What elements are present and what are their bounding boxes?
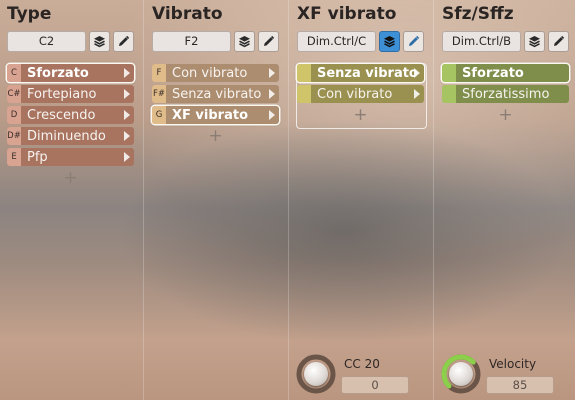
column-xf-vibrato: XF vibrato Dim.Ctrl/C Senza vibrato Con … [290, 0, 434, 400]
add-articulation-button[interactable]: + [152, 127, 279, 145]
articulation-label: Sforzatissimo [462, 86, 550, 102]
articulation-item-sforzatissimo[interactable]: Sforzatissimo [442, 85, 569, 103]
knob-value-field[interactable]: 85 [486, 376, 554, 394]
articulation-label: Sforzato [27, 65, 89, 81]
knob-value-field[interactable]: 0 [341, 376, 409, 394]
articulation-list: C Sforzato C# Fortepiano D Crescendo D# … [7, 64, 134, 187]
key-switch-field[interactable]: C2 [7, 31, 86, 52]
pencil-icon [552, 35, 565, 48]
column-title: Sfz/Sffz [442, 4, 514, 24]
articulation-label: Con vibrato [172, 65, 248, 81]
chevron-right-icon[interactable] [269, 110, 275, 120]
layers-icon [383, 35, 396, 48]
key-switch-field[interactable]: Dim.Ctrl/B [442, 31, 521, 52]
velocity-knob[interactable] [441, 354, 481, 394]
column-sfz-sffz: Sfz/Sffz Dim.Ctrl/B Sforzato Sforzatissi… [435, 0, 575, 400]
articulation-label: Crescendo [27, 107, 96, 123]
edit-button[interactable] [113, 31, 134, 52]
layers-icon [238, 35, 251, 48]
articulation-list: Senza vibrato Con vibrato + [297, 64, 424, 124]
key-label: F [152, 64, 166, 82]
column-title: XF vibrato [297, 4, 397, 24]
edit-button[interactable] [258, 31, 279, 52]
key-switch-field[interactable]: F2 [152, 31, 231, 52]
add-articulation-button[interactable]: + [7, 169, 134, 187]
layers-button[interactable] [234, 31, 255, 52]
column-title: Type [7, 4, 52, 24]
knob-cap [449, 362, 473, 386]
articulation-item-senza-vibrato[interactable]: Senza vibrato [297, 64, 424, 82]
articulation-label: Fortepiano [27, 86, 97, 102]
chevron-right-icon[interactable] [414, 89, 420, 99]
add-articulation-button[interactable]: + [442, 106, 569, 124]
pencil-icon [117, 35, 130, 48]
articulation-item-pfp[interactable]: E Pfp [7, 148, 134, 166]
color-tag [297, 85, 311, 103]
key-switch-field[interactable]: Dim.Ctrl/C [297, 31, 376, 52]
articulation-item-crescendo[interactable]: D Crescendo [7, 106, 134, 124]
key-label: D# [7, 127, 21, 145]
key-label: E [7, 148, 21, 166]
edit-button[interactable] [403, 31, 424, 52]
chevron-right-icon[interactable] [124, 110, 130, 120]
layers-button[interactable] [379, 31, 400, 52]
edit-button[interactable] [548, 31, 569, 52]
articulation-label: Senza vibrato [317, 65, 418, 81]
color-tag [297, 64, 311, 82]
chevron-right-icon[interactable] [414, 68, 420, 78]
articulation-list: F Con vibrato F# Senza vibrato G XF vibr… [152, 64, 279, 145]
articulation-label: Senza vibrato [172, 86, 262, 102]
column-title: Vibrato [152, 4, 223, 24]
color-tag [442, 64, 456, 82]
articulation-item-sforzato[interactable]: Sforzato [442, 64, 569, 82]
articulation-item-diminuendo[interactable]: D# Diminuendo [7, 127, 134, 145]
column-type: Type C2 C Sforzato C# Fortepiano D Cresc… [0, 0, 144, 400]
chevron-right-icon[interactable] [269, 68, 275, 78]
key-label: D [7, 106, 21, 124]
color-tag [442, 85, 456, 103]
articulation-label: Pfp [27, 149, 48, 165]
articulation-item-fortepiano[interactable]: C# Fortepiano [7, 85, 134, 103]
chevron-right-icon[interactable] [124, 131, 130, 141]
column-divider [288, 0, 289, 400]
articulation-item-con-vibrato[interactable]: Con vibrato [297, 85, 424, 103]
chevron-right-icon[interactable] [124, 152, 130, 162]
pencil-icon [407, 35, 420, 48]
key-label: C# [7, 85, 21, 103]
column-divider [433, 0, 434, 400]
articulation-label: XF vibrato [172, 107, 248, 123]
chevron-right-icon[interactable] [124, 68, 130, 78]
articulation-item-xf-vibrato[interactable]: G XF vibrato [152, 106, 279, 124]
chevron-right-icon[interactable] [124, 89, 130, 99]
knob-cap [304, 362, 328, 386]
articulation-item-senza-vibrato[interactable]: F# Senza vibrato [152, 85, 279, 103]
column-divider [143, 0, 144, 400]
articulation-item-con-vibrato[interactable]: F Con vibrato [152, 64, 279, 82]
key-label: F# [152, 85, 166, 103]
articulation-label: Sforzato [462, 65, 524, 81]
articulation-list: Sforzato Sforzatissimo + [442, 64, 569, 124]
column-vibrato: Vibrato F2 F Con vibrato F# Senza vibrat… [145, 0, 289, 400]
layers-icon [528, 35, 541, 48]
layers-button[interactable] [89, 31, 110, 52]
pencil-icon [262, 35, 275, 48]
knob-label: Velocity [489, 357, 537, 371]
add-articulation-button[interactable]: + [297, 106, 424, 124]
cc-knob[interactable] [296, 354, 336, 394]
articulation-label: Diminuendo [27, 128, 106, 144]
key-label: G [152, 106, 166, 124]
key-label: C [7, 64, 21, 82]
chevron-right-icon[interactable] [269, 89, 275, 99]
layers-button[interactable] [524, 31, 545, 52]
layers-icon [93, 35, 106, 48]
knob-label: CC 20 [344, 357, 380, 371]
articulation-item-sforzato[interactable]: C Sforzato [7, 64, 134, 82]
articulation-label: Con vibrato [317, 86, 393, 102]
